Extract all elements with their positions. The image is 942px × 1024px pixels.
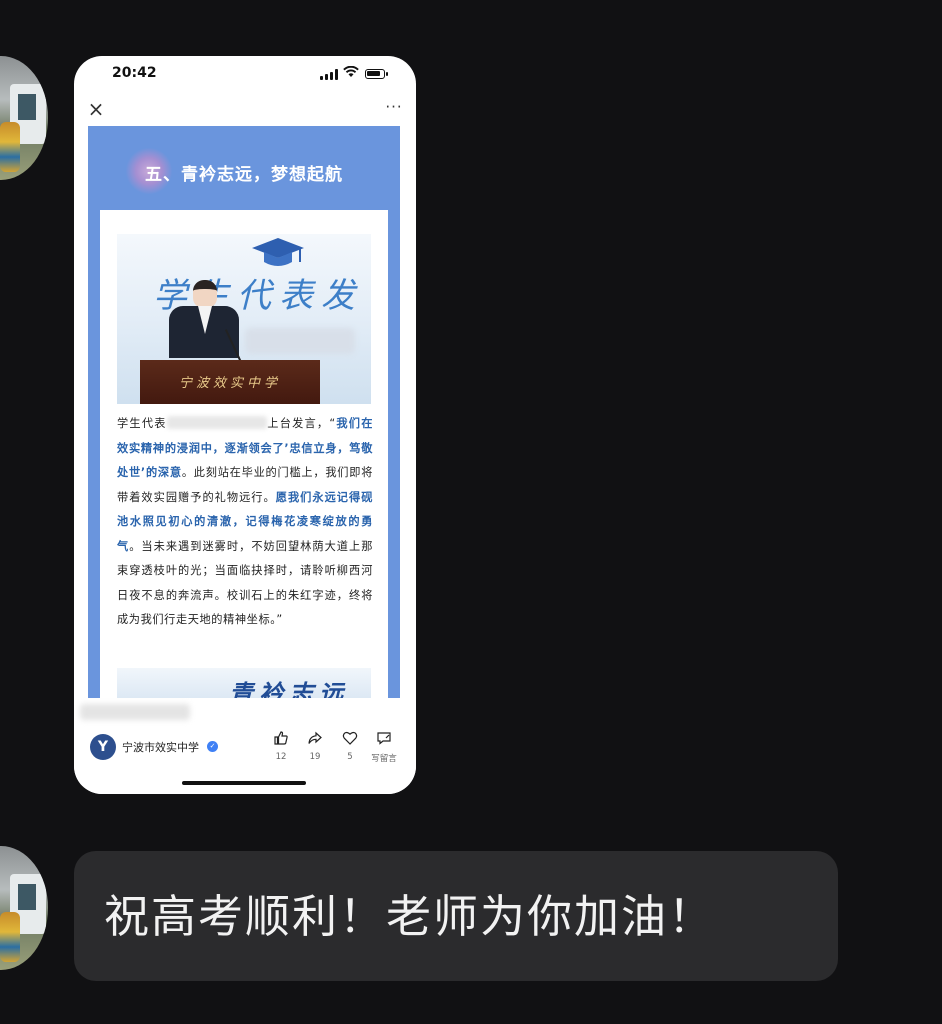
next-banner-text: 青衿志远 — [229, 679, 349, 698]
article-footer: Y 宁波市效实中学 ✓ 12 19 5 写留言 — [74, 698, 416, 794]
wifi-icon — [343, 65, 359, 82]
blurred-name — [166, 416, 267, 429]
message-text: 祝高考顺利！老师为你加油！ — [104, 890, 716, 943]
content-card: 学生代表发 宁波效实中学 学生代表 上台发言，“我们在效实精神的浸润中，逐渐领会了… — [100, 210, 388, 698]
verified-icon: ✓ — [207, 741, 218, 752]
next-section-banner: 青衿志远 — [117, 668, 371, 698]
thumbs-up-icon — [264, 730, 298, 748]
message-bubble[interactable]: 祝高考顺利！老师为你加油！ — [74, 851, 838, 981]
favorite-button[interactable]: 5 — [333, 730, 367, 762]
text-segment: 上台发言，“ — [266, 417, 336, 430]
signal-icon — [320, 69, 338, 80]
text-segment: 。当未来遇到迷雾时，不妨回望林荫大道上那束穿透枝叶的光；当面临抉择时，请聆听柳西… — [117, 539, 373, 627]
share-icon — [298, 730, 332, 748]
text-segment: 学生代表 — [117, 417, 167, 430]
favorite-count: 5 — [347, 752, 353, 762]
share-button[interactable]: 19 — [298, 730, 332, 762]
image-message-screenshot[interactable]: 20:42 × ··· 五、青衿志远，梦想起航 学生代表发 宁波效实中学 学生代… — [74, 56, 416, 794]
comment-button[interactable]: 写留言 — [367, 730, 401, 764]
comment-icon — [367, 730, 401, 748]
section-title: 五、青衿志远，梦想起航 — [145, 165, 343, 185]
podium-text: 宁波效实中学 — [178, 376, 281, 391]
account-name[interactable]: 宁波市效实中学 — [122, 739, 199, 755]
blurred-region — [80, 704, 190, 720]
like-count: 12 — [275, 752, 287, 762]
article-content: 五、青衿志远，梦想起航 学生代表发 宁波效实中学 学生代表 上台发言，“我们在效… — [88, 126, 400, 698]
comment-label: 写留言 — [371, 754, 397, 764]
like-button[interactable]: 12 — [264, 730, 298, 762]
contact-avatar[interactable] — [0, 846, 48, 970]
blurred-region — [245, 328, 355, 354]
home-indicator — [182, 781, 306, 785]
heart-icon — [333, 730, 367, 748]
account-logo-icon[interactable]: Y — [90, 734, 116, 760]
share-count: 19 — [309, 752, 321, 762]
avatar-person — [0, 122, 20, 172]
graduation-cap-icon — [252, 238, 304, 266]
more-icon[interactable]: ··· — [382, 98, 406, 120]
phone-status-bar: 20:42 — [74, 56, 416, 94]
battery-cap — [386, 72, 388, 76]
battery-icon — [365, 69, 385, 79]
status-time: 20:42 — [112, 65, 157, 81]
article-paragraph: 学生代表 上台发言，“我们在效实精神的浸润中，逐渐领会了’忠信立身，笃敬处世’的深… — [117, 412, 373, 633]
speech-photo: 学生代表发 宁波效实中学 — [117, 234, 371, 404]
podium: 宁波效实中学 — [140, 360, 320, 404]
close-icon[interactable]: × — [86, 98, 106, 120]
avatar-person — [0, 912, 20, 962]
contact-avatar[interactable] — [0, 56, 48, 180]
